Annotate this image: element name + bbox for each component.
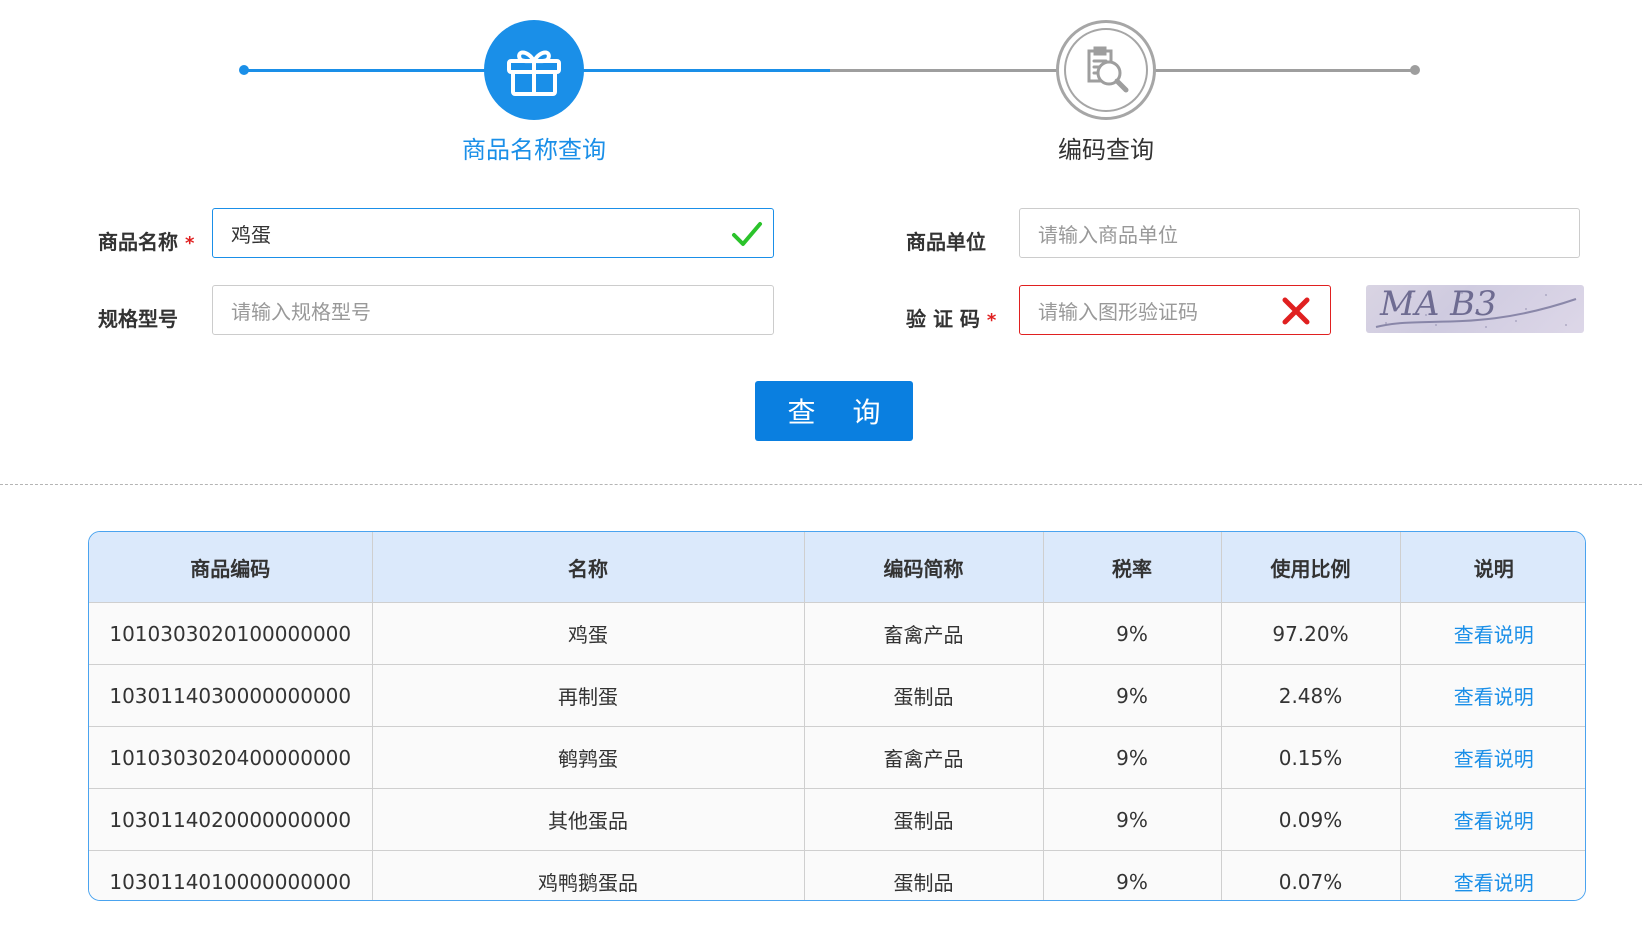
- cell-code: 1030114020000000000: [89, 788, 373, 851]
- captcha-text: MA B3: [1379, 285, 1497, 324]
- cell-usage-ratio: 0.07%: [1221, 850, 1401, 900]
- checkmark-icon: [732, 222, 762, 246]
- query-button[interactable]: 查 询: [755, 381, 913, 441]
- required-mark: *: [986, 310, 997, 331]
- product-name-input[interactable]: 鸡蛋: [212, 208, 774, 258]
- cell-short-name: 蛋制品: [804, 788, 1044, 851]
- product-unit-input[interactable]: 请输入商品单位: [1019, 208, 1580, 258]
- captcha-image[interactable]: MA B3: [1366, 285, 1584, 333]
- cell-usage-ratio: 97.20%: [1221, 602, 1401, 665]
- captcha-noise: MA B3: [1375, 285, 1577, 328]
- cell-code: 1030114030000000000: [89, 664, 373, 727]
- step-2-inner-ring: [1064, 28, 1148, 112]
- view-description-link[interactable]: 查看说明: [1400, 664, 1585, 727]
- gift-icon: [507, 50, 561, 96]
- captcha-input[interactable]: 请输入图形验证码: [1019, 285, 1331, 335]
- col-header-description: 说明: [1400, 532, 1585, 603]
- required-mark: *: [184, 233, 195, 254]
- document-search-icon: [1087, 46, 1129, 93]
- step-2-label[interactable]: 编码查询: [976, 130, 1236, 165]
- col-header-short-name: 编码简称: [804, 532, 1044, 603]
- view-description-link[interactable]: 查看说明: [1400, 788, 1585, 851]
- table-row[interactable]: 1030114010000000000 鸡鸭鹅蛋品 蛋制品 9% 0.07% 查…: [89, 850, 1585, 900]
- product-name-value: 鸡蛋: [231, 222, 271, 247]
- product-unit-label: 商品单位: [906, 230, 986, 254]
- cell-name: 鸡蛋: [372, 602, 805, 665]
- cell-code: 1030114010000000000: [89, 850, 373, 900]
- product-name-label: 商品名称 *: [98, 230, 195, 254]
- table-row[interactable]: 1010303020100000000 鸡蛋 畜禽产品 9% 97.20% 查看…: [89, 602, 1585, 665]
- captcha-label: 验 证 码 *: [906, 307, 997, 331]
- section-divider: [0, 484, 1642, 485]
- step-1-circle[interactable]: [484, 20, 584, 120]
- table-row[interactable]: 1010303020400000000 鹌鹑蛋 畜禽产品 9% 0.15% 查看…: [89, 726, 1585, 789]
- col-header-tax-rate: 税率: [1043, 532, 1222, 603]
- cell-name: 再制蛋: [372, 664, 805, 727]
- step-end-dot: [1410, 65, 1420, 75]
- col-header-code: 商品编码: [89, 532, 373, 603]
- step-2-circle[interactable]: [1056, 20, 1156, 120]
- cell-code: 1010303020100000000: [89, 602, 373, 665]
- col-header-usage-ratio: 使用比例: [1221, 532, 1401, 603]
- spec-model-placeholder: 请输入规格型号: [231, 299, 371, 324]
- cell-tax-rate: 9%: [1043, 602, 1222, 665]
- cell-short-name: 畜禽产品: [804, 726, 1044, 789]
- col-header-name: 名称: [372, 532, 805, 603]
- cell-name: 鸡鸭鹅蛋品: [372, 850, 805, 900]
- cell-short-name: 畜禽产品: [804, 602, 1044, 665]
- view-description-link[interactable]: 查看说明: [1400, 726, 1585, 789]
- table-row[interactable]: 1030114020000000000 其他蛋品 蛋制品 9% 0.09% 查看…: [89, 788, 1585, 851]
- product-unit-placeholder: 请输入商品单位: [1038, 222, 1178, 247]
- cell-tax-rate: 9%: [1043, 664, 1222, 727]
- cell-tax-rate: 9%: [1043, 726, 1222, 789]
- results-table: 商品编码 名称 编码简称 税率 使用比例 说明 1010303020100000…: [88, 531, 1586, 901]
- step-1-label[interactable]: 商品名称查询: [404, 130, 664, 165]
- cell-usage-ratio: 0.09%: [1221, 788, 1401, 851]
- cell-tax-rate: 9%: [1043, 788, 1222, 851]
- cell-usage-ratio: 2.48%: [1221, 664, 1401, 727]
- cell-short-name: 蛋制品: [804, 664, 1044, 727]
- view-description-link[interactable]: 查看说明: [1400, 602, 1585, 665]
- table-header-row: 商品编码 名称 编码简称 税率 使用比例 说明: [89, 532, 1585, 603]
- cell-name: 鹌鹑蛋: [372, 726, 805, 789]
- cell-usage-ratio: 0.15%: [1221, 726, 1401, 789]
- captcha-placeholder: 请输入图形验证码: [1038, 299, 1198, 324]
- error-x-icon: [1282, 297, 1310, 325]
- cell-code: 1010303020400000000: [89, 726, 373, 789]
- spec-model-label: 规格型号: [98, 307, 178, 331]
- view-description-link[interactable]: 查看说明: [1400, 850, 1585, 900]
- spec-model-input[interactable]: 请输入规格型号: [212, 285, 774, 335]
- table-row[interactable]: 1030114030000000000 再制蛋 蛋制品 9% 2.48% 查看说…: [89, 664, 1585, 727]
- cell-tax-rate: 9%: [1043, 850, 1222, 900]
- cell-short-name: 蛋制品: [804, 850, 1044, 900]
- cell-name: 其他蛋品: [372, 788, 805, 851]
